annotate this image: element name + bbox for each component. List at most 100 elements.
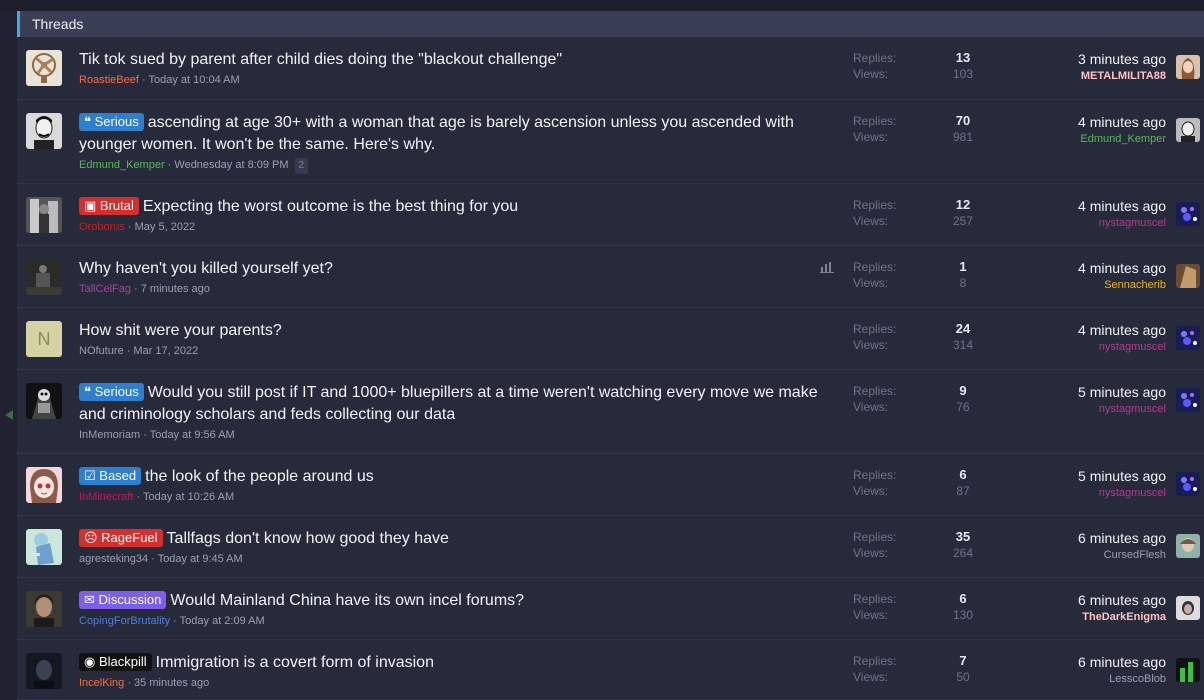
latest-poster-link[interactable]: nystagmuscel bbox=[1006, 215, 1166, 231]
views-label: Views: bbox=[853, 484, 889, 498]
thread-title-link[interactable]: Immigration is a covert form of invasion bbox=[156, 654, 434, 671]
latest-poster-link[interactable]: LesscoBlob bbox=[1006, 671, 1166, 687]
thread-prefix-badge[interactable]: ◉ Blackpill bbox=[79, 653, 152, 671]
thread-title-link[interactable]: Would Mainland China have its own incel … bbox=[170, 592, 524, 609]
replies-count: 35 bbox=[955, 529, 971, 544]
thread-start-date[interactable]: Wednesday at 8:09 PM bbox=[174, 159, 288, 171]
dark-skull-avatar-icon[interactable] bbox=[26, 383, 62, 419]
threads-header-title: Threads bbox=[32, 16, 84, 32]
latest-poster-link[interactable]: TheDarkEnigma bbox=[1006, 609, 1166, 625]
fan-avatar-icon[interactable] bbox=[26, 50, 62, 86]
thread-prefix-badge[interactable]: ❝ Serious bbox=[79, 113, 144, 131]
thread-start-date[interactable]: 7 minutes ago bbox=[141, 283, 210, 295]
latest-poster-avatar[interactable] bbox=[1176, 658, 1200, 682]
latest-poster-avatar[interactable] bbox=[1176, 202, 1200, 226]
anime-figure-avatar-icon[interactable] bbox=[26, 529, 62, 565]
latest-post-time[interactable]: 6 minutes ago bbox=[1006, 653, 1166, 671]
thread-prefix-badge[interactable]: ☹ RageFuel bbox=[79, 529, 163, 547]
thread-row[interactable]: N How shit were your parents? NOfuture · M… bbox=[17, 308, 1204, 370]
latest-post-time[interactable]: 4 minutes ago bbox=[1006, 197, 1166, 215]
thread-main: ❝ Serious Would you still post if IT and … bbox=[79, 382, 839, 443]
latest-post-time[interactable]: 5 minutes ago bbox=[1006, 467, 1166, 485]
views-count: 257 bbox=[952, 214, 974, 228]
latest-poster-link[interactable]: METALMILITA88 bbox=[1006, 68, 1166, 84]
thread-row[interactable]: ❝ Serious ascending at age 30+ with a wom… bbox=[17, 100, 1204, 184]
thread-author-link[interactable]: agresteking34 bbox=[79, 553, 148, 565]
latest-post-time[interactable]: 3 minutes ago bbox=[1006, 50, 1166, 68]
latest-poster-avatar[interactable] bbox=[1176, 534, 1200, 558]
thread-author-link[interactable]: InMinecraft bbox=[79, 491, 133, 503]
thread-author-link[interactable]: RoastieBeef bbox=[79, 74, 139, 86]
latest-poster-avatar[interactable] bbox=[1176, 388, 1200, 412]
thread-row[interactable]: ✉ Discussion Would Mainland China have it… bbox=[17, 578, 1204, 640]
thread-prefix-badge[interactable]: ▣ Brutal bbox=[79, 197, 139, 215]
thread-row[interactable]: ◉ Blackpill Immigration is a covert form … bbox=[17, 640, 1204, 700]
latest-post-time[interactable]: 4 minutes ago bbox=[1006, 321, 1166, 339]
meta-separator: · bbox=[133, 491, 143, 503]
thread-author-link[interactable]: Oroborus bbox=[79, 221, 125, 233]
thread-start-date[interactable]: Today at 9:45 AM bbox=[158, 553, 243, 565]
thread-row[interactable]: Tik tok sued by parent after child dies … bbox=[17, 37, 1204, 100]
thread-title-link[interactable]: Tallfags don't know how good they have bbox=[167, 530, 449, 547]
thread-row[interactable]: ☑ Based the look of the people around us I… bbox=[17, 454, 1204, 516]
latest-post-time[interactable]: 4 minutes ago bbox=[1006, 259, 1166, 277]
thread-title-link[interactable]: Would you still post if IT and 1000+ blu… bbox=[79, 384, 818, 423]
thread-author-link[interactable]: IncelKing bbox=[79, 677, 124, 689]
thread-start-date[interactable]: 35 minutes ago bbox=[134, 677, 209, 689]
latest-poster-avatar[interactable] bbox=[1176, 55, 1200, 79]
thread-prefix-badge[interactable]: ✉ Discussion bbox=[79, 591, 167, 609]
thread-title-link[interactable]: How shit were your parents? bbox=[79, 322, 282, 339]
thread-page-link[interactable]: 2 bbox=[294, 158, 309, 174]
thread-author-link[interactable]: NOfuture bbox=[79, 345, 124, 357]
thread-prefix-badge[interactable]: ❝ Serious bbox=[79, 383, 144, 401]
thread-row[interactable]: ☹ RageFuel Tallfags don't know how good t… bbox=[17, 516, 1204, 578]
latest-post-time[interactable]: 5 minutes ago bbox=[1006, 383, 1166, 401]
dark-scene-avatar-icon[interactable] bbox=[26, 259, 62, 295]
author-avatar[interactable]: N bbox=[26, 321, 62, 357]
thread-title-line: ☑ Based the look of the people around us bbox=[79, 466, 839, 488]
thread-author-link[interactable]: TallCelFag bbox=[79, 283, 131, 295]
man-dark-avatar-icon[interactable] bbox=[26, 591, 62, 627]
latest-poster-link[interactable]: Sennacherib bbox=[1006, 277, 1166, 293]
latest-post-time[interactable]: 6 minutes ago bbox=[1006, 591, 1166, 609]
thread-start-date[interactable]: Today at 10:04 AM bbox=[149, 74, 240, 86]
thread-main: ❝ Serious ascending at age 30+ with a wom… bbox=[79, 112, 839, 174]
thread-start-date[interactable]: May 5, 2022 bbox=[135, 221, 196, 233]
thread-start-date[interactable]: Mar 17, 2022 bbox=[133, 345, 198, 357]
latest-poster-avatar[interactable] bbox=[1176, 596, 1200, 620]
serious-prefix-icon: ❝ bbox=[84, 114, 95, 129]
anime-girl-avatar-icon[interactable] bbox=[26, 467, 62, 503]
latest-poster-link[interactable]: Edmund_Kemper bbox=[1006, 131, 1166, 147]
thread-start-date[interactable]: Today at 2:09 AM bbox=[180, 615, 265, 627]
thread-title-link[interactable]: Why haven't you killed yourself yet? bbox=[79, 260, 333, 277]
latest-poster-avatar[interactable] bbox=[1176, 118, 1200, 142]
latest-poster-link[interactable]: nystagmuscel bbox=[1006, 339, 1166, 355]
latest-post-time[interactable]: 4 minutes ago bbox=[1006, 113, 1166, 131]
thread-title-link[interactable]: Tik tok sued by parent after child dies … bbox=[79, 51, 562, 68]
thread-row[interactable]: ▣ Brutal Expecting the worst outcome is t… bbox=[17, 184, 1204, 246]
left-edge-arrow-icon bbox=[5, 410, 13, 420]
latest-poster-avatar[interactable] bbox=[1176, 326, 1200, 350]
latest-post-time[interactable]: 6 minutes ago bbox=[1006, 529, 1166, 547]
thread-row[interactable]: Why haven't you killed yourself yet? Tall… bbox=[17, 246, 1204, 308]
dark-man-avatar-icon[interactable] bbox=[26, 653, 62, 689]
thread-author-link[interactable]: InMemoriam bbox=[79, 429, 140, 441]
thread-prefix-badge[interactable]: ☑ Based bbox=[79, 467, 142, 485]
thread-row[interactable]: ❝ Serious Would you still post if IT and … bbox=[17, 370, 1204, 454]
thread-author-link[interactable]: Edmund_Kemper bbox=[79, 159, 165, 171]
thread-start-date[interactable]: Today at 10:26 AM bbox=[143, 491, 234, 503]
latest-poster-avatar[interactable] bbox=[1176, 472, 1200, 496]
thread-title-link[interactable]: Expecting the worst outcome is the best … bbox=[143, 198, 518, 215]
thread-title-link[interactable]: ascending at age 30+ with a woman that a… bbox=[79, 114, 794, 153]
latest-poster-link[interactable]: nystagmuscel bbox=[1006, 485, 1166, 501]
latest-poster-link[interactable]: CursedFlesh bbox=[1006, 547, 1166, 563]
gray-figure-avatar-icon[interactable] bbox=[26, 197, 62, 233]
thread-title-link[interactable]: the look of the people around us bbox=[145, 468, 374, 485]
thread-author-link[interactable]: CopingForBrutality bbox=[79, 615, 170, 627]
thread-title-line: ▣ Brutal Expecting the worst outcome is t… bbox=[79, 196, 839, 218]
latest-poster-link[interactable]: nystagmuscel bbox=[1006, 401, 1166, 417]
thread-start-date[interactable]: Today at 9:56 AM bbox=[150, 429, 235, 441]
thread-main: ☑ Based the look of the people around us I… bbox=[79, 466, 839, 505]
man-portrait-avatar-icon[interactable] bbox=[26, 113, 62, 149]
latest-poster-avatar[interactable] bbox=[1176, 264, 1200, 288]
